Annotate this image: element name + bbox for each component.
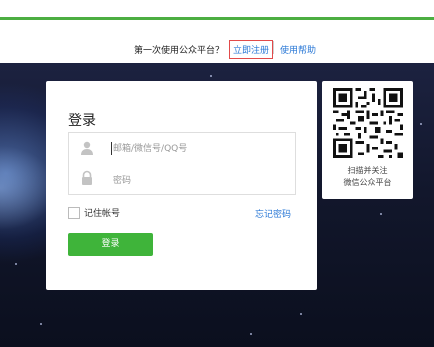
- help-link[interactable]: 使用帮助: [280, 43, 316, 56]
- password-input[interactable]: 密码: [68, 163, 296, 195]
- text-cursor: [111, 142, 112, 155]
- qr-caption-line2: 微信公众平台: [343, 178, 392, 187]
- username-placeholder: 邮箱/微信号/QQ号: [113, 144, 188, 154]
- remember-checkbox[interactable]: [68, 206, 80, 219]
- qr-caption-line1: 扫描并关注: [347, 166, 388, 175]
- top-accent-line: [0, 17, 434, 20]
- remember-account[interactable]: 记住帐号: [68, 206, 120, 219]
- qr-card: 扫描并关注 微信公众平台: [322, 81, 413, 199]
- qr-code-icon: [333, 88, 403, 158]
- username-input[interactable]: 邮箱/微信号/QQ号: [68, 132, 296, 165]
- forgot-password-link[interactable]: 忘记密码: [255, 207, 291, 220]
- register-link[interactable]: 立即注册: [229, 40, 274, 59]
- lock-icon: [82, 170, 92, 185]
- login-card: 登录 邮箱/微信号/QQ号 密码 记住帐号 忘记密码 登录: [46, 81, 317, 290]
- password-placeholder: 密码: [113, 176, 132, 186]
- user-icon: [81, 141, 93, 155]
- login-button[interactable]: 登录: [68, 233, 153, 256]
- remember-label: 记住帐号: [84, 209, 121, 219]
- notice-text: 第一次使用公众平台？: [134, 46, 225, 56]
- divider: [273, 41, 274, 54]
- login-title: 登录: [68, 113, 96, 129]
- qr-caption: 扫描并关注 微信公众平台: [322, 165, 413, 189]
